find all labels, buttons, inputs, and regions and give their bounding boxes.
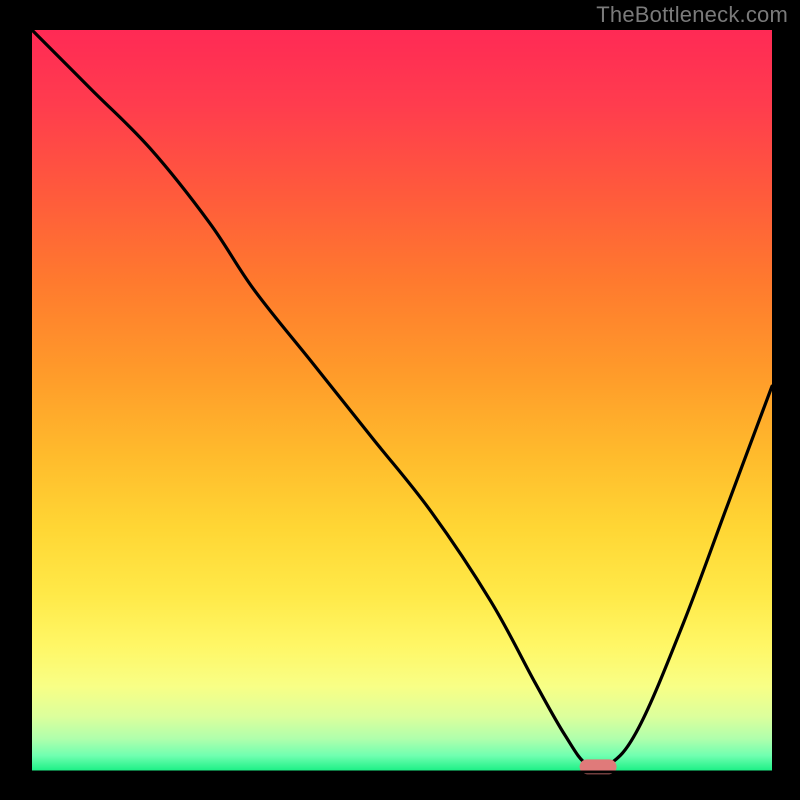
- chart-frame: TheBottleneck.com: [0, 0, 800, 800]
- watermark-label: TheBottleneck.com: [596, 2, 788, 28]
- bottleneck-chart: [0, 0, 800, 800]
